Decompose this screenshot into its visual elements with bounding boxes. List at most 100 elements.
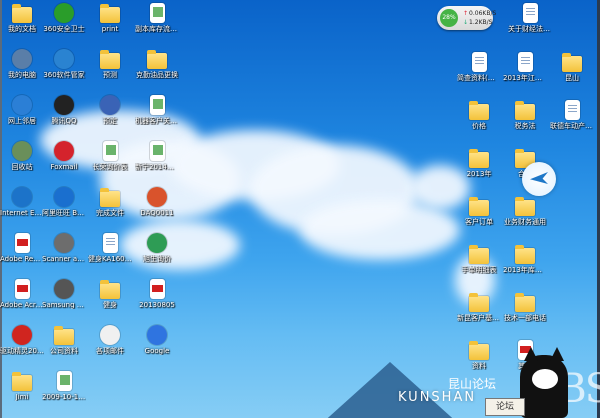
desktop-icon[interactable]: Samsung SCX-4	[42, 279, 86, 309]
desktop-icon[interactable]: 腾讯QQ	[42, 95, 86, 125]
folder-icon	[100, 50, 120, 69]
desktop-icon[interactable]: 关于财经法规记录口诀	[508, 3, 552, 33]
sign-board: 论坛	[485, 398, 525, 416]
document-icon	[471, 52, 487, 72]
folder-icon	[469, 245, 489, 264]
pdf-icon	[14, 279, 30, 299]
desktop-icon[interactable]: Scanner and Camera W	[42, 233, 86, 263]
desktop-icon[interactable]: 2009-10-1 Excel	[42, 371, 86, 401]
desktop-icon[interactable]: 长荣询价表	[88, 141, 132, 171]
watermark-en: KUNSHAN	[398, 390, 477, 405]
desktop-icon[interactable]: 副本库存流量表1307	[135, 3, 179, 33]
desktop-icon[interactable]: DAQ0011	[135, 187, 179, 217]
folder-icon	[12, 372, 32, 391]
bird-widget-icon[interactable]	[522, 162, 556, 196]
desktop-icon[interactable]: 各项邮件	[88, 325, 132, 355]
desktop-icon-label: 我的电脑	[8, 71, 36, 79]
desktop-icon[interactable]: 联德车动产订购明细	[550, 100, 594, 130]
app-icon	[54, 3, 74, 23]
desktop-icon[interactable]: 回收站	[0, 141, 44, 171]
folder-icon	[469, 197, 489, 216]
desktop-icon-label: 预定	[103, 117, 117, 125]
desktop-icon[interactable]: 业务财务通用	[503, 196, 547, 226]
app-icon	[100, 325, 120, 345]
desktop-icon-label: 驱动精灵2012	[0, 347, 44, 355]
desktop-icon-label: 长荣询价表	[92, 163, 128, 171]
desktop-icon[interactable]: 阿里旺旺 Beta版	[42, 187, 86, 217]
desktop-icon-label: 回收站	[11, 163, 33, 171]
desktop-icon-label: 2013年江苏省会计继续	[503, 74, 547, 82]
desktop-icon-label: 腾讯QQ	[51, 117, 77, 125]
desktop-icon[interactable]: Foxmail	[42, 141, 86, 171]
desktop-icon[interactable]: 2013年库存流量表	[503, 244, 547, 274]
desktop-icon[interactable]: 2013年	[457, 148, 501, 178]
desktop-icon[interactable]: Adobe Reader XI	[0, 233, 44, 263]
desktop-icon[interactable]: 完成文件	[88, 187, 132, 217]
desktop-icon[interactable]: 公司资料	[42, 325, 86, 355]
desktop-icon[interactable]: 税务法	[503, 100, 547, 130]
folder-icon	[54, 326, 74, 345]
desktop-icon[interactable]: Google	[135, 325, 179, 355]
desktop-icon-label: 2009-10-1 Excel	[42, 393, 86, 401]
desktop-icon[interactable]: 健身KA160定金机油价格表	[88, 233, 132, 263]
desktop-icon[interactable]: 资料	[457, 340, 501, 370]
desktop-icon[interactable]: print	[88, 3, 132, 33]
spreadsheet-icon	[149, 95, 165, 115]
desktop-icon[interactable]: 360安全卫士	[42, 3, 86, 33]
desktop-icon[interactable]: 预定	[88, 95, 132, 125]
desktop-icon-label: 业务财务通用	[504, 218, 546, 226]
folder-icon	[12, 4, 32, 23]
desktop-icon[interactable]: Internet Explorer	[0, 187, 44, 217]
desktop-icon[interactable]: 克勤油品更换	[135, 49, 179, 79]
desktop-icon-label: 手单明细表	[461, 266, 497, 274]
app-icon	[147, 187, 167, 207]
desktop-icon[interactable]: 客户订单	[457, 196, 501, 226]
app-icon	[147, 325, 167, 345]
download-speed: 1.2KB/S	[463, 19, 492, 26]
spreadsheet-icon	[149, 141, 165, 161]
document-icon	[564, 100, 580, 120]
desktop-icon-label: 预测	[103, 71, 117, 79]
desktop-icon[interactable]: 预测	[88, 49, 132, 79]
desktop-icon[interactable]: 机器客户关系统计表	[135, 95, 179, 125]
desktop-icon[interactable]: 价格	[457, 100, 501, 130]
pdf-icon	[149, 279, 165, 299]
desktop-icon[interactable]: 昆山	[550, 52, 594, 82]
desktop-icon-label: 税务法	[514, 122, 536, 130]
network-speed-widget[interactable]: 28% 0.06KB/S 1.2KB/S	[437, 6, 496, 30]
upload-speed: 0.06KB/S	[463, 10, 496, 17]
desktop-icon[interactable]: 旭生询价	[135, 233, 179, 263]
desktop-icon-label: 2013年	[466, 170, 492, 178]
desktop-icon[interactable]: 我的电脑	[0, 49, 44, 79]
folder-icon	[469, 293, 489, 312]
folder-icon	[469, 149, 489, 168]
desktop-icon[interactable]: Jimi	[0, 371, 44, 401]
desktop-icon-label: Jimi	[15, 393, 29, 401]
desktop-icon[interactable]: 2013年江苏省会计继续	[503, 52, 547, 82]
app-icon	[54, 233, 74, 253]
desktop-icon-label: 健身	[103, 301, 117, 309]
desktop-icon[interactable]: 网上邻居	[0, 95, 44, 125]
desktop-icon[interactable]: 20130805	[135, 279, 179, 309]
folder-icon	[515, 101, 535, 120]
app-icon	[12, 141, 32, 161]
desktop-icon[interactable]: Adobe Acrobat 7	[0, 279, 44, 309]
desktop-icon[interactable]: 新昆客户基本资料	[457, 292, 501, 322]
desktop-icon[interactable]: 我的文档	[0, 3, 44, 33]
desktop-icon[interactable]: 新宁2014年度计划表	[135, 141, 179, 171]
desktop-icon-label: 副本库存流量表1307	[135, 25, 179, 33]
document-icon	[522, 3, 538, 23]
desktop-icon[interactable]: 简查资料(中介系统升级)	[457, 52, 501, 82]
desktop-icon-label: print	[101, 25, 119, 33]
desktop-icon[interactable]: 360软件管家	[42, 49, 86, 79]
folder-icon	[562, 53, 582, 72]
app-icon	[54, 187, 74, 207]
desktop-icon-label: 机器客户关系统计表	[135, 117, 179, 125]
desktop-icon[interactable]: 技术一部电话	[503, 292, 547, 322]
desktop-icon-label: 新宁2014年度计划表	[135, 163, 179, 171]
desktop-icon[interactable]: 健身	[88, 279, 132, 309]
desktop-icon[interactable]: 驱动精灵2012	[0, 325, 44, 355]
desktop-icon-label: 公司资料	[50, 347, 78, 355]
desktop-icon[interactable]: 手单明细表	[457, 244, 501, 274]
desktop-icon-label: 我的文档	[8, 25, 36, 33]
